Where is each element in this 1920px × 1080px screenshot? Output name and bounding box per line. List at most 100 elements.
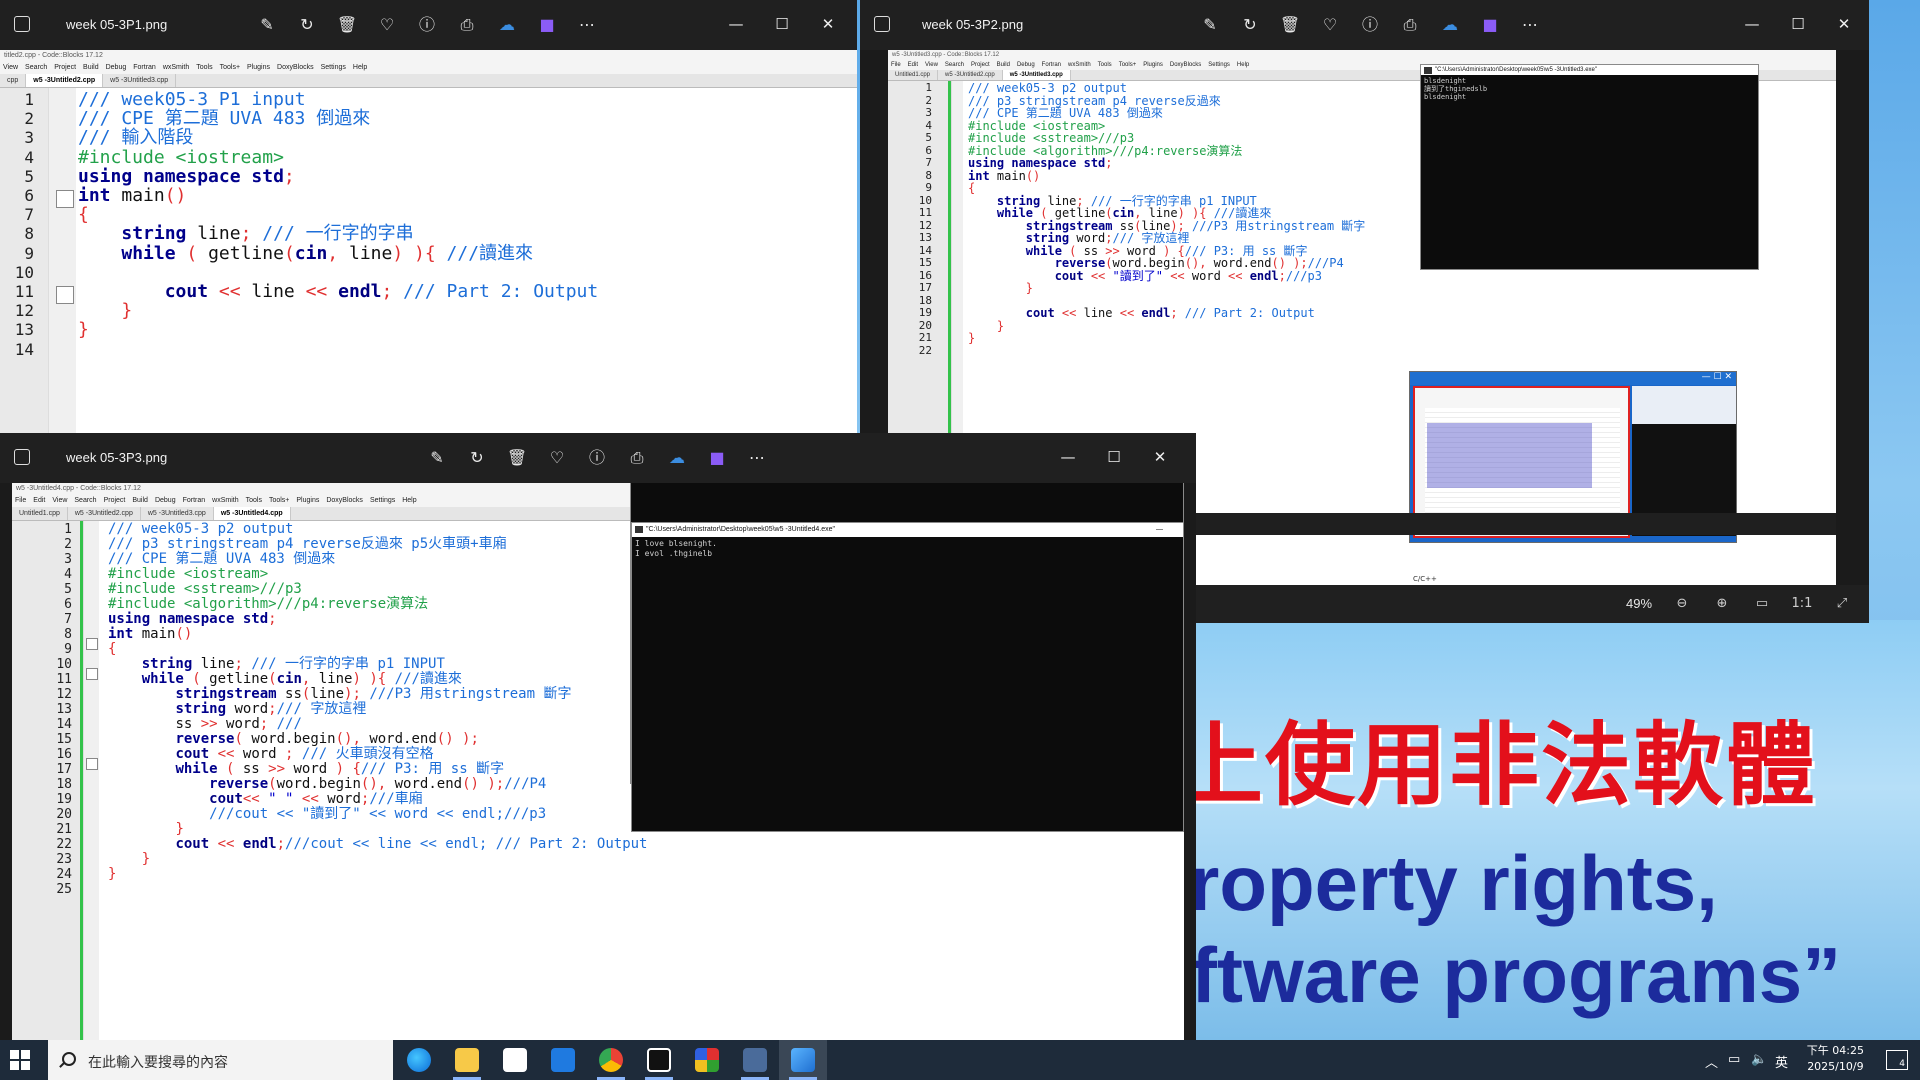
tray-network-icon[interactable]: ▭ bbox=[1728, 1052, 1740, 1067]
maximize-button[interactable]: ☐ bbox=[759, 8, 805, 40]
minimize-button[interactable]: — bbox=[713, 8, 759, 40]
info-icon[interactable]: ⓘ bbox=[577, 445, 617, 471]
close-button[interactable]: ✕ bbox=[805, 8, 851, 40]
editor-tab[interactable]: w5 -3Untitled3.cpp bbox=[103, 74, 177, 87]
tray-chevron-icon[interactable]: ︿ bbox=[1705, 1052, 1718, 1071]
menu-item[interactable]: DoxyBlocks bbox=[277, 62, 314, 74]
close-button[interactable]: ✕ bbox=[1137, 441, 1183, 473]
minimize-button[interactable]: — bbox=[1729, 8, 1775, 40]
menu-item[interactable]: Help bbox=[353, 62, 367, 74]
menu-item[interactable]: Settings bbox=[370, 495, 395, 507]
menu-item[interactable]: Build bbox=[83, 62, 99, 74]
info-icon[interactable]: ⓘ bbox=[407, 12, 447, 38]
menu-item[interactable]: wxSmith bbox=[1068, 60, 1091, 70]
editor-tab[interactable]: w5 -3Untitled2.cpp bbox=[68, 507, 141, 520]
fold-marker[interactable] bbox=[56, 286, 74, 304]
menu-item[interactable]: Fortran bbox=[183, 495, 206, 507]
clipchamp-icon[interactable]: ■ bbox=[527, 12, 567, 38]
menu-item[interactable]: Debug bbox=[155, 495, 176, 507]
delete-icon[interactable]: 🗑 bbox=[497, 445, 537, 471]
menu-item[interactable]: Project bbox=[54, 62, 76, 74]
menu-item[interactable]: Edit bbox=[908, 60, 918, 70]
favorite-icon[interactable]: ♡ bbox=[1310, 12, 1350, 38]
taskbar-clock[interactable]: 下午 04:25 2025/10/9 bbox=[1807, 1043, 1864, 1075]
more-icon[interactable]: ⋯ bbox=[567, 12, 607, 38]
menu-item[interactable]: Search bbox=[25, 62, 47, 74]
more-icon[interactable]: ⋯ bbox=[1510, 12, 1550, 38]
print-icon[interactable]: ⎙ bbox=[447, 12, 487, 38]
taskbar-red-app-icon[interactable] bbox=[683, 1040, 731, 1080]
edit-icon[interactable]: ✎ bbox=[417, 445, 457, 471]
console-window[interactable]: "C:\Users\Administrator\Desktop\week05\w… bbox=[631, 522, 1184, 832]
title-bar[interactable]: week 05-3P3.png ✎ ↻ 🗑 ♡ ⓘ ⎙ ☁ ■ ⋯ — ☐ ✕ bbox=[0, 433, 1196, 483]
menu-item[interactable]: Fortran bbox=[133, 62, 156, 74]
menu-item[interactable]: Settings bbox=[1208, 60, 1230, 70]
menu-item[interactable]: Tools bbox=[196, 62, 212, 74]
rotate-icon[interactable]: ↻ bbox=[457, 445, 497, 471]
menu-item[interactable]: Tools bbox=[246, 495, 262, 507]
notification-icon[interactable]: 4 bbox=[1886, 1050, 1908, 1070]
menu-item[interactable]: Project bbox=[971, 60, 990, 70]
fold-marker[interactable] bbox=[86, 758, 98, 770]
clipchamp-icon[interactable]: ■ bbox=[1470, 12, 1510, 38]
menu-item[interactable]: Plugins bbox=[1143, 60, 1163, 70]
menu-item[interactable]: Plugins bbox=[296, 495, 319, 507]
menu-item[interactable]: Plugins bbox=[247, 62, 270, 74]
menu-item[interactable]: Fortran bbox=[1042, 60, 1061, 70]
menu-item[interactable]: Search bbox=[74, 495, 96, 507]
taskbar-search[interactable]: 在此輸入要搜尋的內容 bbox=[48, 1040, 393, 1080]
info-icon[interactable]: ⓘ bbox=[1350, 12, 1390, 38]
tray-ime[interactable]: 英 bbox=[1775, 1052, 1788, 1071]
title-bar[interactable]: week 05-3P2.png ✎ ↻ 🗑 ♡ ⓘ ⎙ ☁ ■ ⋯ — ☐ ✕ bbox=[860, 0, 1869, 50]
console-window[interactable]: "C:\Users\Administrator\Desktop\week05\w… bbox=[1420, 64, 1759, 270]
editor-tab[interactable]: w5 -3Untitled4.cpp bbox=[213, 507, 291, 520]
menu-item[interactable]: Debug bbox=[1017, 60, 1035, 70]
menu-item[interactable]: File bbox=[891, 60, 901, 70]
menu-item[interactable]: View bbox=[52, 495, 67, 507]
menu-item[interactable]: Help bbox=[402, 495, 416, 507]
taskbar-photos-icon[interactable] bbox=[779, 1040, 827, 1080]
editor-tab[interactable]: w5 -3Untitled2.cpp bbox=[26, 74, 104, 87]
menu-item[interactable]: Tools+ bbox=[269, 495, 289, 507]
edit-icon[interactable]: ✎ bbox=[1190, 12, 1230, 38]
rotate-icon[interactable]: ↻ bbox=[1230, 12, 1270, 38]
start-button[interactable] bbox=[10, 1050, 30, 1070]
onedrive-icon[interactable]: ☁ bbox=[487, 12, 527, 38]
onedrive-icon[interactable]: ☁ bbox=[657, 445, 697, 471]
menu-item[interactable]: wxSmith bbox=[212, 495, 238, 507]
menu-item[interactable]: View bbox=[925, 60, 938, 70]
onedrive-icon[interactable]: ☁ bbox=[1430, 12, 1470, 38]
menu-item[interactable]: Settings bbox=[321, 62, 346, 74]
fold-marker[interactable] bbox=[86, 638, 98, 650]
print-icon[interactable]: ⎙ bbox=[617, 445, 657, 471]
more-icon[interactable]: ⋯ bbox=[737, 445, 777, 471]
fold-marker[interactable] bbox=[86, 668, 98, 680]
maximize-button[interactable]: ☐ bbox=[1775, 8, 1821, 40]
rotate-icon[interactable]: ↻ bbox=[287, 12, 327, 38]
menu-item[interactable]: Debug bbox=[106, 62, 127, 74]
editor-tab[interactable]: cpp bbox=[0, 74, 27, 87]
menu-item[interactable]: Help bbox=[1237, 60, 1249, 70]
menu-item[interactable]: Search bbox=[945, 60, 964, 70]
taskbar-chrome-icon[interactable] bbox=[587, 1040, 635, 1080]
print-icon[interactable]: ⎙ bbox=[1390, 12, 1430, 38]
editor-tab[interactable]: w5 -3Untitled3.cpp bbox=[1002, 70, 1071, 80]
menu-item[interactable]: Tools+ bbox=[220, 62, 240, 74]
editor-tab[interactable]: Untitled1.cpp bbox=[888, 70, 939, 80]
tray-volume-icon[interactable]: 🔈 bbox=[1751, 1052, 1767, 1067]
taskbar-file-explorer-icon[interactable] bbox=[443, 1040, 491, 1080]
menu-item[interactable]: Edit bbox=[33, 495, 45, 507]
close-button[interactable]: ✕ bbox=[1821, 8, 1867, 40]
fold-marker[interactable] bbox=[56, 190, 74, 208]
menu-item[interactable]: DoxyBlocks bbox=[326, 495, 363, 507]
taskbar-store-icon[interactable] bbox=[491, 1040, 539, 1080]
photo-viewer-p1[interactable]: week 05-3P1.png ✎ ↻ 🗑 ♡ ⓘ ⎙ ☁ ■ ⋯ — ☐ ✕ … bbox=[0, 0, 857, 435]
menu-item[interactable]: Tools bbox=[1098, 60, 1112, 70]
favorite-icon[interactable]: ♡ bbox=[537, 445, 577, 471]
zoom-out-icon[interactable]: ⊖ bbox=[1670, 593, 1694, 615]
menu-item[interactable]: View bbox=[3, 62, 18, 74]
menu-item[interactable]: Build bbox=[997, 60, 1010, 70]
minimize-button[interactable]: — bbox=[1045, 441, 1091, 473]
menu-item[interactable]: Tools+ bbox=[1119, 60, 1137, 70]
zoom-in-icon[interactable]: ⊕ bbox=[1710, 593, 1734, 615]
